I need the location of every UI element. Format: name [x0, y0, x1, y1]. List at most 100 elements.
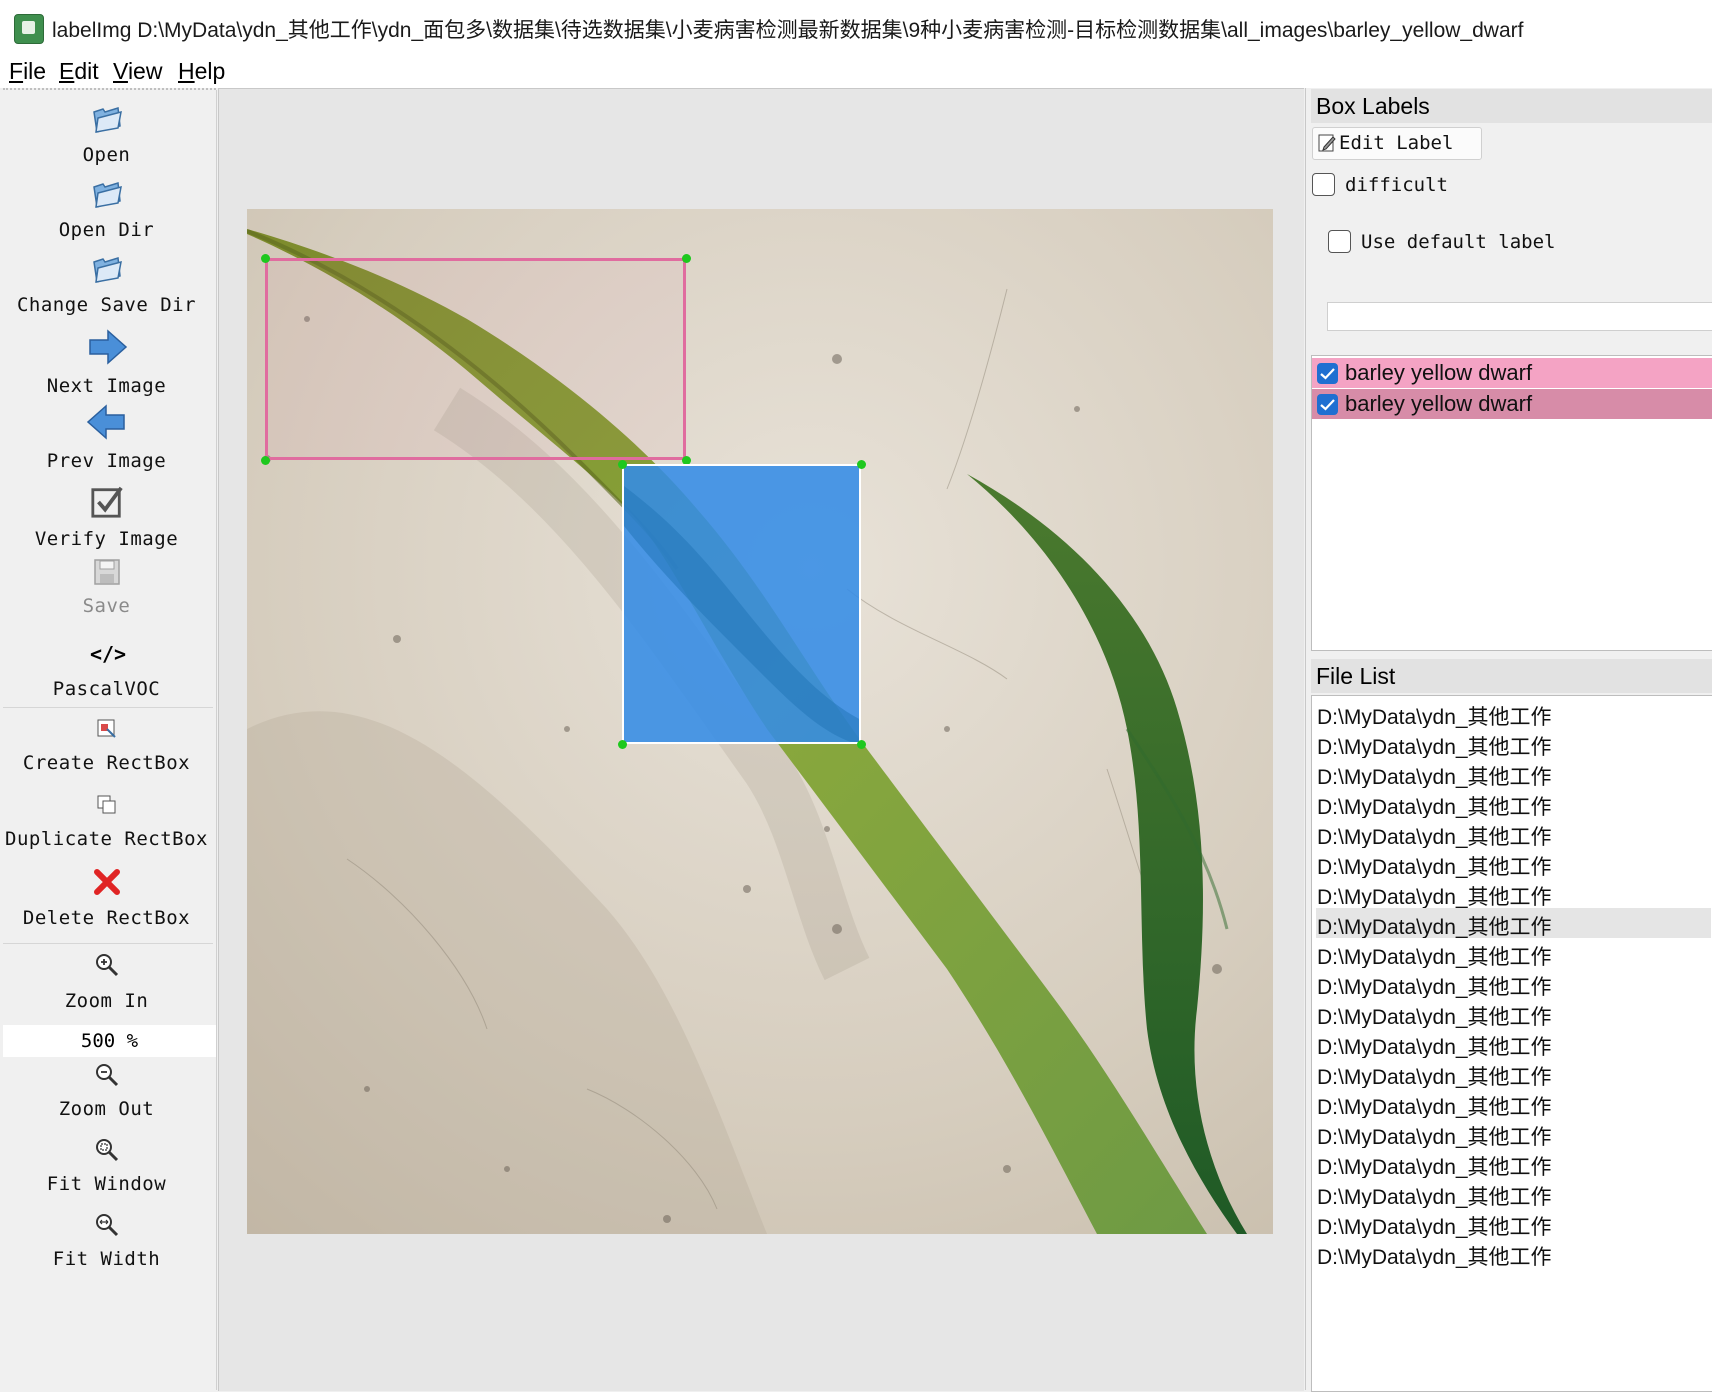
- edit-label-button[interactable]: Edit Label: [1312, 127, 1482, 160]
- fit-width-icon: [90, 1208, 124, 1242]
- open-button[interactable]: Open: [0, 100, 213, 170]
- label-item-text: barley yellow dwarf: [1345, 391, 1533, 416]
- folder-open-icon: [90, 102, 124, 136]
- next-image-label: Next Image: [46, 375, 167, 397]
- menu-help[interactable]: Help: [178, 58, 225, 85]
- delete-rectbox-label: Delete RectBox: [22, 907, 191, 929]
- checkbox-verify-icon: [90, 485, 124, 519]
- folder-open-icon: [90, 252, 124, 286]
- file-list-item[interactable]: D:\MyData\ydn_其他工作: [1316, 1088, 1711, 1118]
- arrow-right-icon: [88, 329, 128, 365]
- open-dir-button[interactable]: Open Dir: [0, 175, 213, 245]
- change-save-dir-button[interactable]: Change Save Dir: [0, 250, 213, 320]
- app-icon: [14, 14, 44, 44]
- save-label: Save: [82, 595, 131, 617]
- file-list-item[interactable]: D:\MyData\ydn_其他工作: [1316, 968, 1711, 998]
- box-labels-title: Box Labels: [1316, 93, 1430, 119]
- verify-image-button[interactable]: Verify Image: [0, 483, 213, 553]
- file-list-item-selected[interactable]: D:\MyData\ydn_其他工作: [1316, 908, 1711, 938]
- box-vertex[interactable]: [857, 740, 866, 749]
- difficult-label: difficult: [1345, 174, 1448, 196]
- folder-open-icon: [90, 177, 124, 211]
- box-vertex[interactable]: [682, 254, 691, 263]
- label-list-item[interactable]: barley yellow dwarf: [1312, 389, 1712, 419]
- duplicate-rectbox-label: Duplicate RectBox: [5, 828, 208, 850]
- duplicate-icon: [90, 788, 124, 822]
- label-list-item[interactable]: barley yellow dwarf: [1312, 358, 1712, 388]
- zoom-spinbox[interactable]: 500 %: [3, 1025, 216, 1057]
- format-toggle-button[interactable]: </> PascalVOC: [0, 635, 213, 705]
- file-list-item[interactable]: D:\MyData\ydn_其他工作: [1316, 788, 1711, 818]
- create-rectbox-icon: [90, 712, 124, 746]
- menu-edit[interactable]: Edit: [59, 58, 99, 85]
- zoom-in-label: Zoom In: [64, 990, 149, 1012]
- label-checkbox-checked-icon[interactable]: [1317, 394, 1338, 415]
- floppy-disk-icon: [90, 555, 124, 589]
- file-list-item[interactable]: D:\MyData\ydn_其他工作: [1316, 878, 1711, 908]
- file-list-item[interactable]: D:\MyData\ydn_其他工作: [1316, 1148, 1711, 1178]
- use-default-label-checkbox[interactable]: [1328, 230, 1351, 253]
- toolbar-separator: [3, 943, 213, 944]
- delete-rectbox-button[interactable]: Delete RectBox: [0, 865, 213, 935]
- duplicate-rectbox-button[interactable]: Duplicate RectBox: [0, 788, 213, 858]
- file-list-item[interactable]: D:\MyData\ydn_其他工作: [1316, 758, 1711, 788]
- bounding-box-2-selected[interactable]: [622, 464, 861, 744]
- file-list-item[interactable]: D:\MyData\ydn_其他工作: [1316, 698, 1711, 728]
- edit-pencil-icon: [1318, 134, 1336, 152]
- change-save-dir-label: Change Save Dir: [16, 294, 197, 316]
- fit-window-label: Fit Window: [46, 1173, 167, 1195]
- next-image-button[interactable]: Next Image: [0, 329, 213, 400]
- difficult-checkbox[interactable]: [1312, 173, 1335, 196]
- bounding-box-1[interactable]: [265, 258, 686, 460]
- file-list-item[interactable]: D:\MyData\ydn_其他工作: [1316, 938, 1711, 968]
- file-list-item[interactable]: D:\MyData\ydn_其他工作: [1316, 1238, 1711, 1268]
- zoom-out-icon: [90, 1058, 124, 1092]
- zoom-value: 500 %: [80, 1030, 139, 1052]
- file-list[interactable]: D:\MyData\ydn_其他工作 D:\MyData\ydn_其他工作 D:…: [1311, 695, 1712, 1392]
- open-dir-label: Open Dir: [58, 219, 155, 241]
- toolbar-separator: [3, 707, 213, 708]
- zoom-in-icon: [90, 948, 124, 982]
- file-list-item[interactable]: D:\MyData\ydn_其他工作: [1316, 728, 1711, 758]
- box-vertex[interactable]: [857, 460, 866, 469]
- arrow-left-icon: [86, 404, 126, 440]
- box-vertex[interactable]: [618, 460, 627, 469]
- format-label: PascalVOC: [52, 678, 161, 700]
- save-button[interactable]: Save: [0, 555, 213, 625]
- zoom-out-label: Zoom Out: [58, 1098, 155, 1120]
- file-list-item[interactable]: D:\MyData\ydn_其他工作: [1316, 1208, 1711, 1238]
- zoom-in-button[interactable]: Zoom In: [0, 948, 213, 1018]
- file-list-item[interactable]: D:\MyData\ydn_其他工作: [1316, 818, 1711, 848]
- fit-window-button[interactable]: Fit Window: [0, 1133, 213, 1203]
- file-list-title-bar[interactable]: File List: [1311, 659, 1712, 693]
- file-list-item[interactable]: D:\MyData\ydn_其他工作: [1316, 998, 1711, 1028]
- file-list-item[interactable]: D:\MyData\ydn_其他工作: [1316, 1118, 1711, 1148]
- file-list-item[interactable]: D:\MyData\ydn_其他工作: [1316, 1028, 1711, 1058]
- delete-x-icon: [90, 865, 124, 899]
- default-label-input[interactable]: [1327, 302, 1712, 331]
- menu-file[interactable]: File: [9, 58, 46, 85]
- fit-width-button[interactable]: Fit Width: [0, 1208, 213, 1278]
- fit-width-label: Fit Width: [52, 1248, 161, 1270]
- use-default-label-text: Use default label: [1361, 231, 1556, 253]
- box-vertex[interactable]: [618, 740, 627, 749]
- file-list-item[interactable]: D:\MyData\ydn_其他工作: [1316, 1178, 1711, 1208]
- verify-image-label: Verify Image: [34, 528, 179, 550]
- title-bar: labelImg D:\MyData\ydn_其他工作\ydn_面包多\数据集\…: [0, 0, 1712, 55]
- zoom-out-button[interactable]: Zoom Out: [0, 1058, 213, 1128]
- label-checkbox-checked-icon[interactable]: [1317, 363, 1338, 384]
- box-vertex[interactable]: [261, 254, 270, 263]
- file-list-item[interactable]: D:\MyData\ydn_其他工作: [1316, 1058, 1711, 1088]
- box-vertex[interactable]: [261, 456, 270, 465]
- label-item-text: barley yellow dwarf: [1345, 360, 1533, 385]
- code-tag-icon: </>: [89, 642, 127, 666]
- menu-bar: File Edit View Help: [0, 54, 1712, 88]
- file-list-item[interactable]: D:\MyData\ydn_其他工作: [1316, 848, 1711, 878]
- prev-image-button[interactable]: Prev Image: [0, 404, 213, 475]
- create-rectbox-label: Create RectBox: [22, 752, 191, 774]
- selected-box-leaf-tint: [624, 486, 859, 742]
- box-labels-title-bar[interactable]: Box Labels: [1311, 89, 1712, 123]
- menu-view[interactable]: View: [113, 58, 162, 85]
- prev-image-label: Prev Image: [46, 450, 167, 472]
- create-rectbox-button[interactable]: Create RectBox: [0, 712, 213, 782]
